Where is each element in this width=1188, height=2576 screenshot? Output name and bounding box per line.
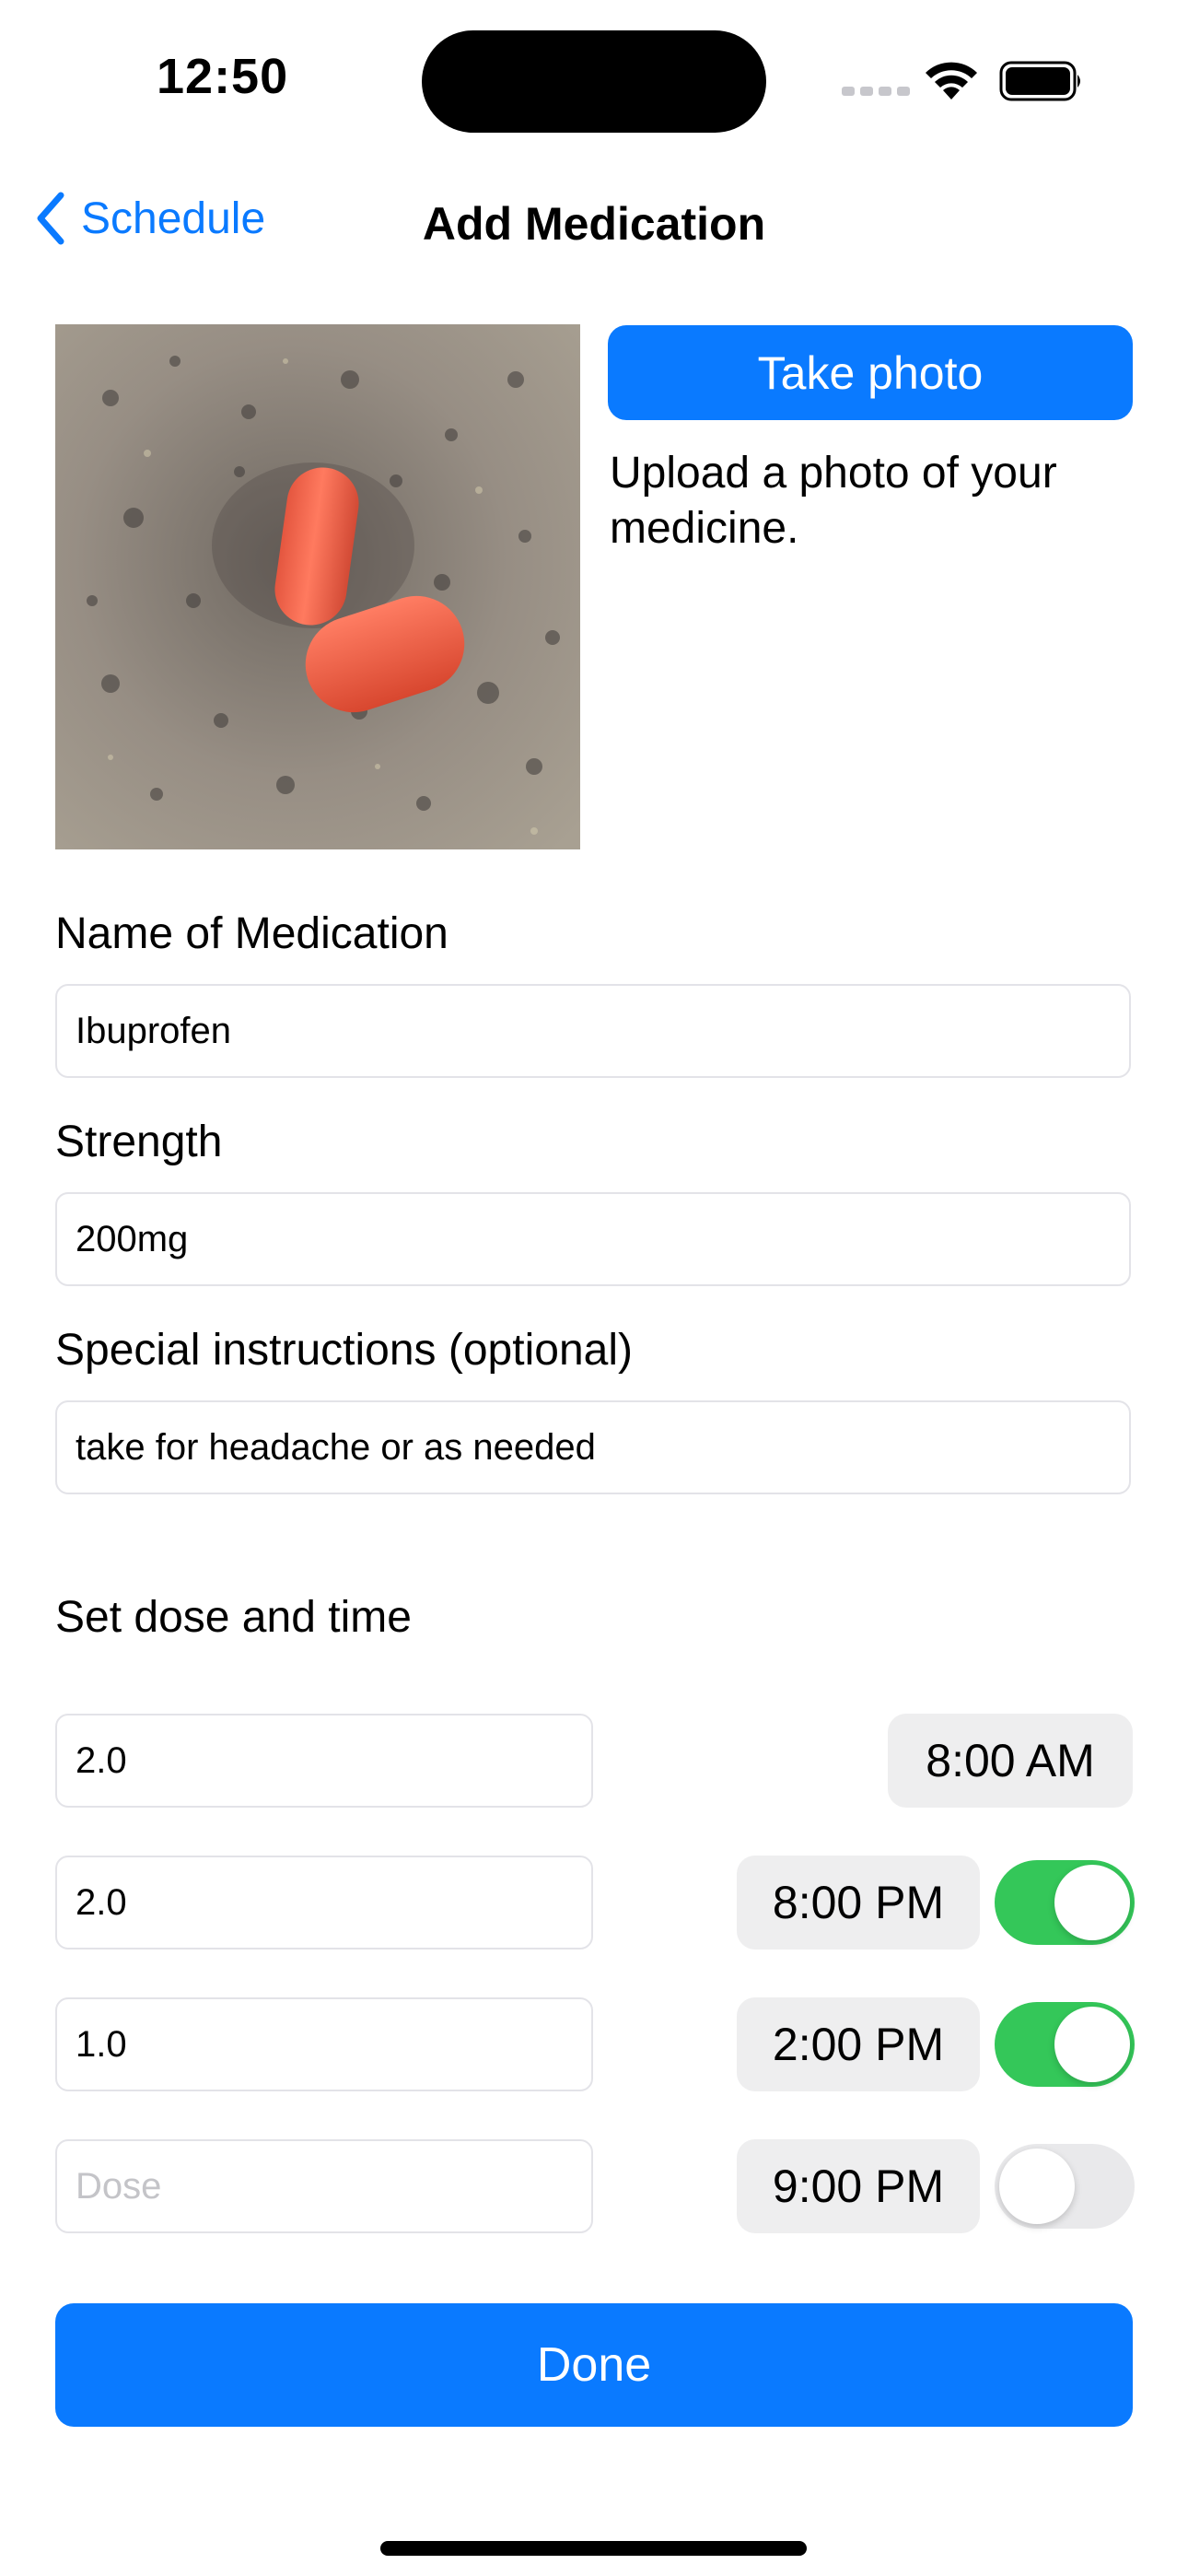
time-picker[interactable]: 9:00 PM <box>737 2139 980 2233</box>
battery-icon <box>999 61 1080 101</box>
dose-placeholder: Dose <box>76 2165 162 2207</box>
dose-field[interactable]: 1.0 <box>55 1997 593 2091</box>
home-indicator <box>380 2541 807 2556</box>
wifi-icon <box>926 62 977 100</box>
toggle-knob <box>999 2149 1075 2224</box>
toggle-knob <box>1054 2007 1130 2082</box>
medication-name-value: Ibuprofen <box>76 1010 232 1051</box>
time-picker[interactable]: 2:00 PM <box>737 1997 980 2091</box>
done-button[interactable]: Done <box>55 2303 1133 2427</box>
dose-value: 2.0 <box>76 1739 127 1781</box>
instructions-label: Special instructions (optional) <box>55 1326 633 1375</box>
instructions-value: take for headache or as needed <box>76 1426 596 1468</box>
time-picker[interactable]: 8:00 PM <box>737 1856 980 1950</box>
dose-field[interactable]: 2.0 <box>55 1856 593 1950</box>
dose-toggle[interactable] <box>995 2144 1135 2229</box>
time-value: 9:00 PM <box>772 2160 945 2212</box>
upload-hint: Upload a photo of your medicine. <box>610 449 1057 553</box>
dose-field[interactable]: 2.0 <box>55 1714 593 1808</box>
time-value: 8:00 PM <box>772 1877 945 1928</box>
dose-field[interactable]: Dose <box>55 2139 593 2233</box>
dose-toggle[interactable] <box>995 2002 1135 2087</box>
time-value: 8:00 AM <box>926 1735 1095 1786</box>
instructions-field[interactable]: take for headache or as needed <box>55 1400 1131 1494</box>
dose-toggle[interactable] <box>995 1860 1135 1945</box>
cellular-signal-icon <box>842 87 910 96</box>
take-photo-button[interactable]: Take photo <box>608 325 1133 420</box>
dose-value: 1.0 <box>76 2023 127 2065</box>
toggle-knob <box>1054 1865 1130 1940</box>
medication-photo <box>55 324 580 849</box>
time-value: 2:00 PM <box>772 2019 945 2070</box>
page-title: Add Medication <box>422 198 766 250</box>
time-picker[interactable]: 8:00 AM <box>888 1714 1133 1808</box>
strength-label: Strength <box>55 1118 223 1166</box>
dynamic-island <box>422 30 766 133</box>
medication-name-field[interactable]: Ibuprofen <box>55 984 1131 1078</box>
add-medication-screen: 12:50 Schedule Add Medication Take photo… <box>0 0 1188 2576</box>
name-label: Name of Medication <box>55 909 448 958</box>
strength-value: 200mg <box>76 1218 189 1259</box>
dose-section-label: Set dose and time <box>55 1593 412 1642</box>
dose-value: 2.0 <box>76 1881 127 1923</box>
status-time: 12:50 <box>157 49 289 104</box>
strength-field[interactable]: 200mg <box>55 1192 1131 1286</box>
